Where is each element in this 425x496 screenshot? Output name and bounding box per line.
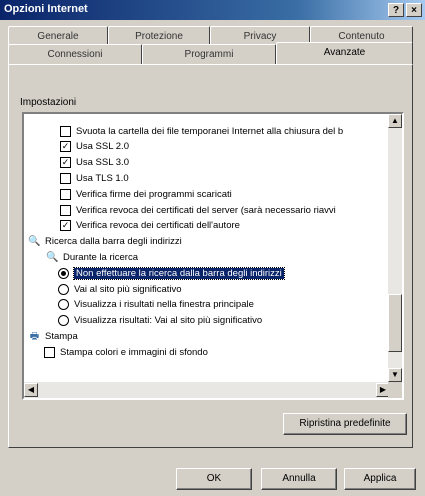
search-icon: 🔍 [46, 251, 59, 263]
option-label: Visualizza risultati: Vai al sito più si… [74, 315, 263, 327]
radio-button[interactable] [58, 267, 69, 279]
option-label: Visualizza i risultati nella finestra pr… [74, 299, 254, 311]
radio-button[interactable] [58, 283, 69, 295]
checkbox[interactable]: ✓ [60, 157, 71, 169]
radio-option[interactable]: Vai al sito più significativo [58, 282, 182, 296]
group-heading: 🔍 Durante la ricerca [46, 250, 138, 264]
checkbox-option[interactable]: Svuota la cartella dei file temporanei I… [60, 124, 343, 138]
checkbox[interactable] [60, 188, 71, 200]
checkbox-option[interactable]: ✓ Usa SSL 3.0 [60, 156, 129, 170]
option-label: Verifica revoca dei certificati del serv… [76, 204, 336, 216]
horizontal-scrollbar[interactable]: ◀ ▶ [24, 382, 390, 398]
option-label: Ricerca dalla barra degli indirizzi [45, 236, 182, 248]
checkbox-option[interactable]: ✓ Verifica revoca dei certificati dell'au… [60, 219, 240, 233]
checkbox[interactable] [60, 172, 71, 184]
scroll-down-button[interactable]: ▼ [388, 368, 402, 382]
option-label: Stampa [45, 330, 78, 342]
printer-icon: 🖶 [29, 330, 40, 342]
option-label: Svuota la cartella dei file temporanei I… [76, 125, 344, 137]
checkbox[interactable]: ✓ [60, 141, 71, 153]
option-label: Usa TLS 1.0 [76, 172, 129, 184]
checkbox[interactable] [60, 125, 71, 137]
scrollbar-corner [388, 382, 402, 398]
title-bar[interactable]: Opzioni Internet ? × [0, 0, 425, 20]
checkbox-option[interactable]: ✓ Usa SSL 2.0 [60, 140, 129, 154]
checkbox-option[interactable]: Stampa colori e immagini di sfondo [44, 345, 208, 359]
search-icon: 🔍 [28, 236, 41, 248]
tab-row-front: Connessioni Programmi Avanzate [8, 42, 413, 64]
vertical-scrollbar[interactable]: ▲ ▼ [388, 114, 402, 382]
group-heading: 🔍 Ricerca dalla barra degli indirizzi [28, 235, 182, 249]
checkbox-option[interactable]: Verifica firme dei programmi scaricati [60, 187, 232, 201]
checkbox[interactable]: ✓ [60, 220, 71, 232]
radio-option[interactable]: Non effettuare la ricerca dalla barra de… [58, 266, 285, 280]
radio-option[interactable]: Visualizza i risultati nella finestra pr… [58, 298, 254, 312]
option-label: Durante la ricerca [63, 251, 138, 263]
checkbox[interactable] [44, 346, 55, 358]
tab-avanzate[interactable]: Avanzate [276, 42, 413, 64]
option-label: Non effettuare la ricerca dalla barra de… [73, 266, 285, 280]
scroll-up-button[interactable]: ▲ [388, 114, 402, 128]
close-button[interactable]: × [406, 3, 422, 17]
option-label: Vai al sito più significativo [74, 283, 182, 295]
tab-generale[interactable]: Generale [8, 26, 108, 46]
option-label: Usa SSL 2.0 [76, 141, 129, 153]
cancel-button[interactable]: Annulla [261, 468, 337, 490]
option-label: Verifica revoca dei certificati dell'aut… [76, 220, 240, 232]
checkbox[interactable] [60, 204, 71, 216]
tab-programmi[interactable]: Programmi [142, 44, 276, 64]
radio-option[interactable]: Visualizza risultati: Vai al sito più si… [58, 314, 262, 328]
group-heading: 🖶 Stampa [28, 329, 78, 343]
help-button[interactable]: ? [388, 3, 404, 17]
ok-button[interactable]: OK [176, 468, 252, 490]
restore-defaults-button[interactable]: Ripristina predefinite [283, 413, 407, 435]
radio-button[interactable] [58, 315, 69, 327]
window-title: Opzioni Internet [4, 3, 88, 15]
tab-protezione[interactable]: Protezione [108, 26, 210, 46]
checkbox-option[interactable]: Usa TLS 1.0 [60, 171, 129, 185]
settings-list[interactable]: Svuota la cartella dei file temporanei I… [22, 112, 404, 400]
checkbox-option[interactable]: Verifica revoca dei certificati del serv… [60, 203, 336, 217]
option-label: Stampa colori e immagini di sfondo [60, 346, 208, 358]
option-label: Usa SSL 3.0 [76, 157, 129, 169]
radio-button[interactable] [58, 299, 69, 311]
tab-connessioni[interactable]: Connessioni [8, 44, 142, 64]
scroll-thumb[interactable] [388, 294, 402, 352]
option-label: Verifica firme dei programmi scaricati [76, 188, 232, 200]
apply-button[interactable]: Applica [344, 468, 416, 490]
section-label: Impostazioni [20, 97, 77, 108]
scroll-left-button[interactable]: ◀ [24, 383, 38, 397]
